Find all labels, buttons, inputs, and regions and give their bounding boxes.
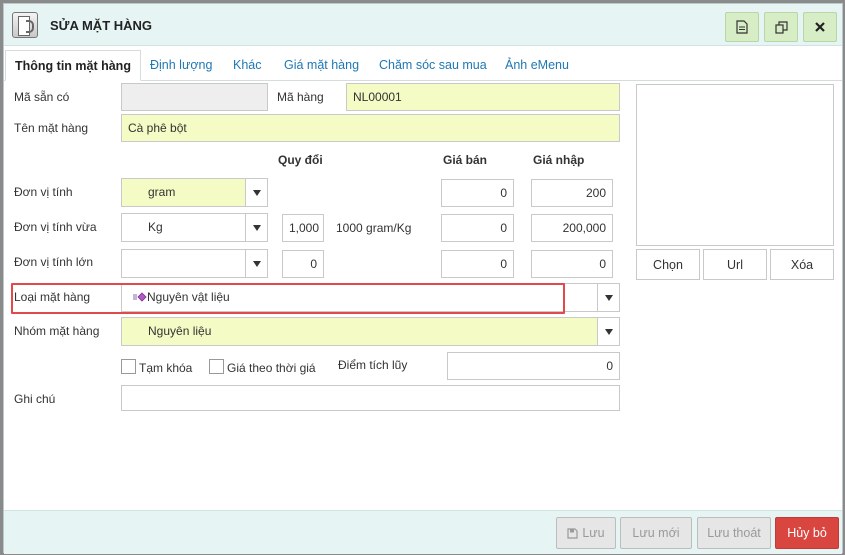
market-price-checkbox-label: Giá theo thời giá bbox=[227, 361, 316, 375]
lock-checkbox[interactable] bbox=[121, 359, 136, 374]
large-unit-label: Đơn vị tính lớn bbox=[14, 255, 94, 269]
item-type-dropdown-button[interactable] bbox=[597, 284, 619, 311]
unit-select-value: gram bbox=[122, 179, 245, 206]
large-unit-sale-price-input[interactable]: 0 bbox=[441, 250, 514, 278]
document-button[interactable] bbox=[725, 12, 759, 42]
conversion-header: Quy đổi bbox=[278, 153, 323, 167]
item-name-label: Tên mặt hàng bbox=[14, 121, 89, 135]
dialog-footer: Lưu Lưu mới Lưu thoát Hủy bỏ bbox=[4, 510, 842, 554]
large-unit-conversion-input[interactable]: 0 bbox=[282, 250, 324, 278]
item-group-select[interactable]: Nguyên liệu bbox=[121, 317, 620, 346]
unit-purchase-price-input[interactable]: 200 bbox=[531, 179, 613, 207]
save-exit-button[interactable]: Lưu thoát bbox=[697, 517, 771, 549]
medium-unit-conversion-input[interactable]: 1,000 bbox=[282, 214, 324, 242]
medium-unit-label: Đơn vị tính vừa bbox=[14, 220, 97, 234]
unit-dropdown-button[interactable] bbox=[245, 179, 267, 206]
available-code-label: Mã sẵn có bbox=[14, 90, 70, 104]
chevron-down-icon bbox=[252, 260, 261, 267]
item-code-label: Mã hàng bbox=[277, 90, 324, 104]
copy-icon bbox=[774, 20, 788, 34]
tab-bar: Thông tin mặt hàng Định lượng Khác Giá m… bbox=[4, 50, 842, 81]
large-unit-dropdown-button[interactable] bbox=[245, 250, 267, 277]
chevron-down-icon bbox=[252, 189, 261, 196]
medium-unit-sale-price-input[interactable]: 0 bbox=[441, 214, 514, 242]
note-label: Ghi chú bbox=[14, 392, 56, 406]
available-code-input[interactable] bbox=[121, 83, 268, 111]
unit-sale-price-input[interactable]: 0 bbox=[441, 179, 514, 207]
unit-label: Đơn vị tính bbox=[14, 185, 73, 199]
tab-item-price[interactable]: Giá mặt hàng bbox=[284, 50, 359, 81]
image-url-button[interactable]: Url bbox=[703, 249, 767, 280]
large-unit-select[interactable] bbox=[121, 249, 268, 278]
document-icon bbox=[736, 20, 748, 34]
tab-other[interactable]: Khác bbox=[233, 50, 262, 81]
unit-select[interactable]: gram bbox=[121, 178, 268, 207]
edit-item-dialog: SỬA MẶT HÀNG Thông tin mặt hàng Định lượ… bbox=[3, 3, 843, 554]
tab-item-info[interactable]: Thông tin mặt hàng bbox=[5, 50, 141, 81]
medium-unit-select[interactable]: Kg bbox=[121, 213, 268, 242]
medium-unit-conversion-text: 1000 gram/Kg bbox=[336, 221, 412, 235]
tab-quantity[interactable]: Định lượng bbox=[150, 50, 212, 81]
save-new-button[interactable]: Lưu mới bbox=[620, 517, 692, 549]
item-image-preview bbox=[636, 84, 834, 246]
purchase-price-header: Giá nhập bbox=[533, 153, 585, 167]
save-icon bbox=[567, 527, 578, 539]
medium-unit-dropdown-button[interactable] bbox=[245, 214, 267, 241]
loyalty-points-input[interactable]: 0 bbox=[447, 352, 620, 380]
app-logo-icon bbox=[12, 12, 38, 38]
dialog-titlebar: SỬA MẶT HÀNG bbox=[4, 4, 842, 46]
tab-after-sales-care[interactable]: Chăm sóc sau mua bbox=[379, 50, 487, 81]
medium-unit-select-value: Kg bbox=[148, 220, 163, 234]
medium-unit-purchase-price-input[interactable]: 200,000 bbox=[531, 214, 613, 242]
loyalty-points-label: Điểm tích lũy bbox=[338, 358, 408, 372]
tab-emenu-image[interactable]: Ảnh eMenu bbox=[505, 50, 569, 81]
save-button-label: Lưu bbox=[582, 526, 605, 540]
chevron-down-icon bbox=[604, 328, 613, 335]
item-group-dropdown-button[interactable] bbox=[597, 318, 619, 345]
item-name-input[interactable]: Cà phê bột bbox=[121, 114, 620, 142]
item-group-select-value: Nguyên liệu bbox=[122, 318, 597, 345]
note-input[interactable] bbox=[121, 385, 620, 411]
lock-checkbox-label: Tạm khóa bbox=[139, 361, 193, 375]
item-code-input[interactable]: NL00001 bbox=[346, 83, 620, 111]
large-unit-select-value bbox=[122, 250, 245, 277]
dialog-title: SỬA MẶT HÀNG bbox=[50, 18, 153, 33]
item-group-label: Nhóm mặt hàng bbox=[14, 324, 100, 338]
large-unit-purchase-price-input[interactable]: 0 bbox=[531, 250, 613, 278]
save-button[interactable]: Lưu bbox=[556, 517, 616, 549]
close-icon bbox=[815, 22, 825, 32]
cancel-button[interactable]: Hủy bỏ bbox=[775, 517, 839, 549]
copy-button[interactable] bbox=[764, 12, 798, 42]
close-button[interactable] bbox=[803, 12, 837, 42]
sale-price-header: Giá bán bbox=[443, 153, 488, 167]
delete-image-button[interactable]: Xóa bbox=[770, 249, 834, 280]
chevron-down-icon bbox=[252, 224, 261, 231]
market-price-checkbox[interactable] bbox=[209, 359, 224, 374]
chevron-down-icon bbox=[604, 294, 613, 301]
item-type-highlight-box bbox=[11, 283, 565, 314]
choose-image-button[interactable]: Chọn bbox=[636, 249, 700, 280]
